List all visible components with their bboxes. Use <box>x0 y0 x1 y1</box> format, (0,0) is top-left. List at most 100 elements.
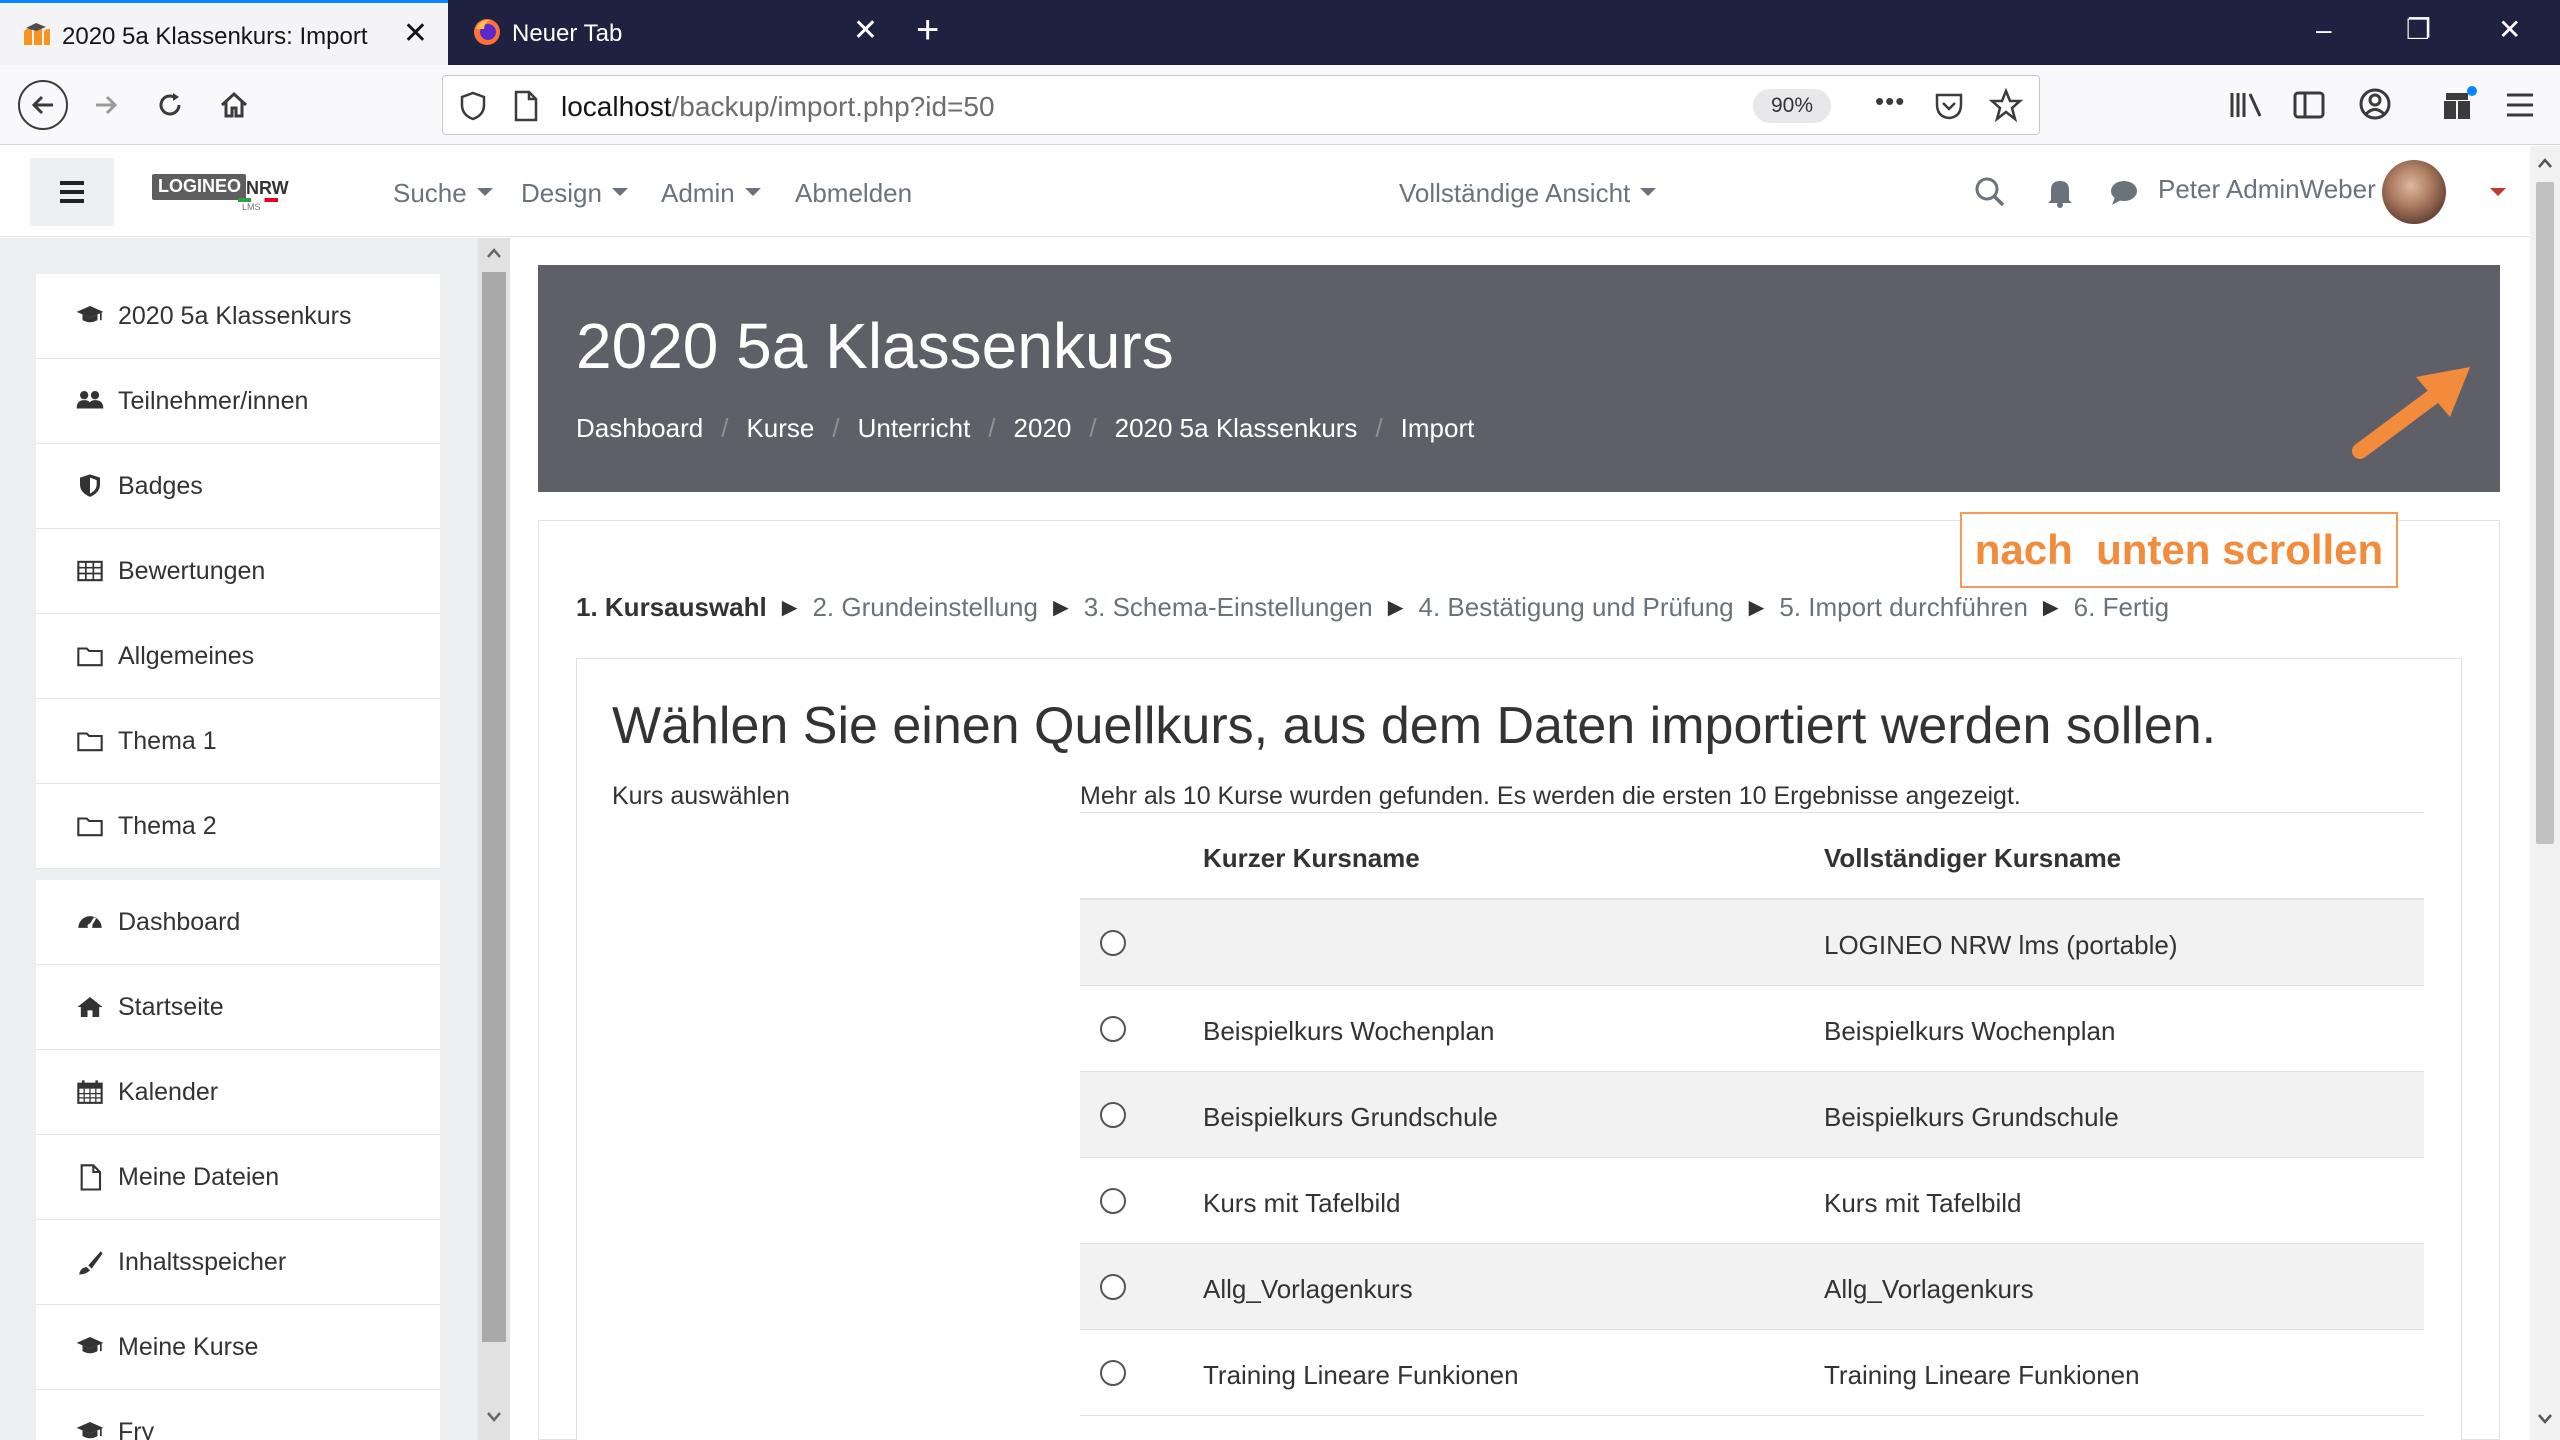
message-icon[interactable] <box>2106 174 2142 210</box>
tab-close-icon[interactable]: ✕ <box>403 19 428 49</box>
hamburger-icon <box>60 181 84 203</box>
nav-item-label: Bewertungen <box>118 556 266 585</box>
back-button[interactable] <box>18 80 68 130</box>
breadcrumb-item-kurse[interactable]: Kurse <box>746 413 814 444</box>
menu-suche[interactable]: Suche <box>393 178 493 209</box>
graduation-cap-icon <box>72 1332 108 1362</box>
breadcrumb-item-import: Import <box>1400 413 1475 443</box>
page-icon <box>514 90 538 122</box>
nav-item-teilnehmer-innen[interactable]: Teilnehmer/innen <box>36 359 440 444</box>
scroll-up-icon[interactable] <box>2537 156 2553 170</box>
user-menu-caret-icon[interactable] <box>2490 188 2506 196</box>
step-arrow-icon: ► <box>2037 592 2064 622</box>
scroll-down-icon[interactable] <box>486 1410 502 1424</box>
page-actions-menu[interactable]: ••• <box>1875 86 1905 117</box>
tab-import[interactable]: 2020 5a Klassenkurs: Import ✕ <box>0 0 448 65</box>
graduation-cap-icon <box>72 1417 108 1440</box>
caret-down-icon <box>744 188 761 197</box>
nav-item-allgemeines[interactable]: Allgemeines <box>36 614 440 699</box>
table-row: Training Lineare Funkionen Training Linea… <box>1080 1330 2424 1416</box>
drawer-toggle-button[interactable] <box>30 158 114 226</box>
drawer-scrollbar[interactable] <box>478 238 510 1440</box>
page-scrollbar-thumb[interactable] <box>2536 182 2554 844</box>
account-icon[interactable] <box>2358 87 2392 121</box>
step-item: 4. Bestätigung und Prüfung <box>1418 592 1734 622</box>
course-radio[interactable] <box>1100 1188 1126 1214</box>
url-path: /backup/import.php?id=50 <box>671 91 995 122</box>
drawer-scrollbar-thumb[interactable] <box>482 272 506 1342</box>
app-menu-icon[interactable] <box>2504 91 2536 119</box>
bell-icon[interactable] <box>2042 174 2078 210</box>
table-icon <box>72 556 108 586</box>
page-scrollbar[interactable] <box>2530 146 2560 1440</box>
bookmark-star-icon[interactable] <box>1989 88 2023 122</box>
forward-button[interactable] <box>84 83 128 127</box>
breadcrumb-item-2020-5a-klassenkurs[interactable]: 2020 5a Klassenkurs <box>1115 413 1358 444</box>
import-heading: Wählen Sie einen Quellkurs, aus dem Date… <box>612 697 2217 755</box>
logo-text: LOGINEO <box>158 176 242 196</box>
annotation-callout: nach unten scrollen <box>1960 512 2398 588</box>
nav-item-inhaltsspeicher[interactable]: Inhaltsspeicher <box>36 1220 440 1305</box>
course-radio[interactable] <box>1100 930 1126 956</box>
nav-item-label: Badges <box>118 471 203 500</box>
menu-design[interactable]: Design <box>521 178 628 209</box>
sidebar-toggle-icon[interactable] <box>2292 89 2326 121</box>
minimize-button[interactable]: – <box>2316 12 2332 48</box>
menu-abmelden[interactable]: Abmelden <box>795 178 912 209</box>
nav-item-dashboard[interactable]: Dashboard <box>36 880 440 965</box>
course-radio[interactable] <box>1100 1360 1126 1386</box>
nav-item-kalender[interactable]: Kalender <box>36 1050 440 1135</box>
nav-item-meine-dateien[interactable]: Meine Dateien <box>36 1135 440 1220</box>
scroll-down-icon[interactable] <box>2537 1412 2553 1426</box>
tab-new[interactable]: Neuer Tab ✕ <box>450 0 898 65</box>
breadcrumb-item-unterricht[interactable]: Unterricht <box>858 413 971 444</box>
nav-item-fry[interactable]: Fry <box>36 1390 440 1440</box>
course-radio[interactable] <box>1100 1274 1126 1300</box>
nav-item-2020-5a-klassenkurs[interactable]: 2020 5a Klassenkurs <box>36 274 440 359</box>
nav-item-thema-1[interactable]: Thema 1 <box>36 699 440 784</box>
short-name-cell: Allg_Vorlagenkurs <box>1203 1274 1413 1304</box>
view-mode-dropdown[interactable]: Vollständige Ansicht <box>1399 178 1657 209</box>
page-title: 2020 5a Klassenkurs <box>576 310 1174 382</box>
extensions-icon[interactable] <box>2440 85 2478 123</box>
library-icon[interactable] <box>2228 89 2264 121</box>
nav-item-startseite[interactable]: Startseite <box>36 965 440 1050</box>
nav-item-thema-2[interactable]: Thema 2 <box>36 784 440 869</box>
user-name[interactable]: Peter AdminWeber <box>2158 174 2376 205</box>
folder-icon <box>72 726 108 756</box>
scroll-up-icon[interactable] <box>486 246 502 260</box>
pocket-icon[interactable] <box>1933 90 1965 122</box>
nav-item-badges[interactable]: Badges <box>36 444 440 529</box>
step-current: 1. Kursauswahl <box>576 592 767 622</box>
page-header: 2020 5a Klassenkurs Dashboard / Kurse / Unte… <box>538 265 2500 492</box>
site-nav-group: Dashboard Startseite Kalender Meine Dateien… <box>36 880 440 1440</box>
nav-item-meine-kurse[interactable]: Meine Kurse <box>36 1305 440 1390</box>
zoom-level-badge[interactable]: 90% <box>1753 89 1831 123</box>
breadcrumb-separator: / <box>721 413 729 443</box>
breadcrumb-item-dashboard[interactable]: Dashboard <box>576 413 703 444</box>
nav-item-bewertungen[interactable]: Bewertungen <box>36 529 440 614</box>
graduation-cap-icon <box>72 301 108 331</box>
home-button[interactable] <box>212 83 256 127</box>
import-steps: 1. Kursauswahl ► 2. Grundeinstellung ► 3. Sc… <box>576 592 2169 623</box>
reload-button[interactable] <box>148 83 192 127</box>
nav-item-label: Dashboard <box>118 907 241 936</box>
breadcrumb-item-2020[interactable]: 2020 <box>1014 413 1072 444</box>
search-icon[interactable] <box>1972 174 2008 210</box>
step-item: 2. Grundeinstellung <box>812 592 1038 622</box>
breadcrumb-separator: / <box>832 413 840 443</box>
table-row: Kurs mit Tafelbild Kurs mit Tafelbild <box>1080 1158 2424 1244</box>
new-tab-button[interactable]: + <box>916 10 939 50</box>
menu-label: Abmelden <box>795 178 913 208</box>
course-radio[interactable] <box>1100 1102 1126 1128</box>
logineo-logo[interactable]: LOGINEO NRW LMS <box>152 174 289 214</box>
moodle-favicon-icon <box>24 23 50 45</box>
avatar[interactable] <box>2382 160 2446 224</box>
address-bar[interactable]: localhost/backup/import.php?id=50 90% ••… <box>442 75 2040 135</box>
course-radio[interactable] <box>1100 1016 1126 1042</box>
menu-admin[interactable]: Admin <box>661 178 761 209</box>
restore-button[interactable]: ❐ <box>2406 12 2431 48</box>
site-header: LOGINEO NRW LMS Suche Design Admin Abmel… <box>0 146 2560 237</box>
tab-close-icon[interactable]: ✕ <box>853 16 878 46</box>
window-close-button[interactable]: ✕ <box>2498 12 2521 48</box>
